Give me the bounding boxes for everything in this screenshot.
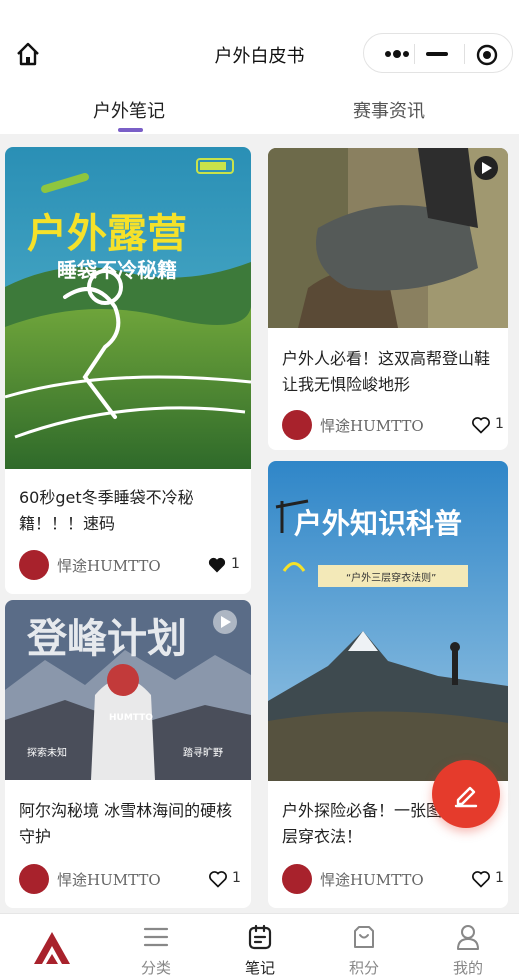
avatar [282, 864, 312, 894]
author-info[interactable]: 悍途HUMTTO [282, 410, 442, 440]
note-cover-image[interactable]: 户外知识科普 “户外三层穿衣法则” [268, 461, 508, 781]
author-info[interactable]: 悍途HUMTTO [19, 864, 179, 894]
active-tab-indicator [118, 128, 143, 132]
nav-points[interactable]: 积分 [312, 914, 416, 978]
author-info[interactable]: 悍途HUMTTO [19, 550, 179, 580]
like-button[interactable]: 1 [207, 555, 247, 575]
miniprogram-capsule [363, 33, 513, 73]
cover-title-text: 登峰计划 [26, 616, 187, 662]
category-tabs: 户外笔记 赛事资讯 [0, 88, 519, 134]
nav-home[interactable] [0, 914, 104, 978]
heart-outline-icon [209, 871, 227, 888]
bottom-nav: 分类 笔记 积分 我的 [0, 913, 519, 978]
cover-right-text: 踏寻旷野 [183, 746, 223, 759]
note-title: 户外人必看！这双高帮登山鞋让我无惧险峻地形 [282, 349, 491, 394]
create-note-button[interactable] [432, 760, 500, 828]
like-count: 1 [232, 870, 241, 886]
note-cover-image[interactable]: 登峰计划 探索未知 踏寻旷野 HUMTTO [5, 600, 251, 780]
note-title: 60秒get冬季睡袋不冷秘籍！！！速码 [19, 488, 194, 533]
author-name: 悍途HUMTTO [320, 871, 424, 889]
author-info[interactable]: 悍途HUMTTO [282, 864, 442, 894]
edit-icon [454, 786, 478, 808]
heart-outline-icon [472, 871, 490, 888]
note-card[interactable]: 户外知识科普 “户外三层穿衣法则” 户外探险必备！一张图看懂三层穿衣法！ 悍途H… [268, 461, 508, 908]
brand-logo-icon [34, 932, 70, 964]
like-button[interactable]: 1 [471, 415, 507, 435]
capsule-divider [464, 44, 465, 64]
nav-label: 我的 [452, 959, 483, 977]
nav-label: 分类 [140, 959, 171, 977]
tab-outdoor-notes[interactable]: 户外笔记 [93, 97, 165, 123]
author-name: 悍途HUMTTO [57, 557, 161, 575]
note-card[interactable]: 登峰计划 探索未知 踏寻旷野 HUMTTO 阿尔沟秘境 冰雪林海间的硬核守护 悍… [5, 600, 251, 908]
nav-category[interactable]: 分类 [104, 914, 208, 978]
like-count: 1 [231, 556, 240, 572]
note-title: 阿尔沟秘境 冰雪林海间的硬核守护 [19, 801, 233, 846]
note-card[interactable]: 户外人必看！这双高帮登山鞋让我无惧险峻地形 悍途HUMTTO 1 [268, 148, 508, 450]
capsule-divider [414, 44, 415, 64]
avatar [19, 550, 49, 580]
author-name: 悍途HUMTTO [320, 417, 424, 435]
cover-subtitle-text: 睡袋不冷秘籍 [57, 258, 177, 282]
minimize-icon[interactable] [426, 52, 448, 56]
menu-icon [143, 927, 169, 947]
like-button[interactable]: 1 [208, 869, 244, 889]
heart-outline-icon [472, 417, 490, 434]
like-button[interactable]: 1 [471, 869, 507, 889]
user-icon [457, 925, 479, 950]
note-card[interactable]: 户外露营 睡袋不冷秘籍 60秒get冬季睡袋不冷秘籍！！！速码 悍途HUMTTO… [5, 147, 251, 594]
close-miniprogram-icon[interactable] [476, 44, 498, 66]
nav-label: 笔记 [244, 959, 275, 977]
top-bar: 户外白皮书 [0, 0, 519, 88]
cover-title-text: 户外知识科普 [294, 507, 462, 540]
heart-filled-icon [208, 557, 226, 573]
like-count: 1 [495, 416, 504, 432]
more-icon[interactable] [382, 44, 412, 64]
note-cover-image[interactable]: 户外露营 睡袋不冷秘籍 [5, 147, 251, 469]
points-icon [354, 926, 374, 948]
like-count: 1 [495, 870, 504, 886]
cover-left-text: 探索未知 [27, 746, 67, 759]
nav-label: 积分 [348, 959, 379, 977]
note-cover-image[interactable] [268, 148, 508, 328]
nav-notes[interactable]: 笔记 [208, 914, 312, 978]
avatar [282, 410, 312, 440]
author-name: 悍途HUMTTO [57, 871, 161, 889]
avatar [19, 864, 49, 894]
cover-brand-text: HUMTTO [109, 713, 153, 723]
nav-profile[interactable]: 我的 [416, 914, 519, 978]
cover-title-text: 户外露营 [27, 211, 187, 257]
notes-icon [248, 924, 272, 950]
cover-subtitle-text: “户外三层穿衣法则” [346, 571, 436, 584]
tab-event-news[interactable]: 赛事资讯 [353, 97, 425, 123]
